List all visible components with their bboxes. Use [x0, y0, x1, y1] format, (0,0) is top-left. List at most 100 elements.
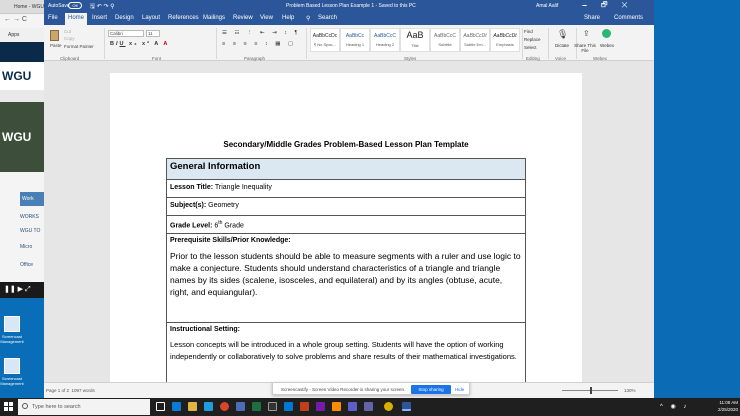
format-painter-button[interactable]: Format Painter [64, 44, 94, 49]
tab-help[interactable]: Help [282, 15, 294, 21]
lesson-title-value: Triangle Inequality [214, 184, 272, 191]
copy-button[interactable]: Copy [64, 36, 75, 41]
select-button[interactable]: Select [524, 45, 537, 50]
style-subtle-emphasis[interactable]: AaBbCcDt Subtle Em... [460, 28, 490, 52]
window-controls[interactable]: 🗕🗗✕ [582, 1, 642, 12]
side-item[interactable]: WORKS [20, 214, 39, 220]
side-item[interactable]: Micro [20, 244, 32, 250]
ribbon: Paste Cut Copy Format Painter Clipboard … [44, 25, 654, 61]
teams-icon[interactable] [236, 402, 245, 411]
taskbar-search-box[interactable]: Type here to search [18, 399, 150, 415]
style-subtitle[interactable]: AaBbCcC Subtitle [430, 28, 460, 52]
hide-button[interactable]: Hide [455, 387, 464, 392]
zoom-level[interactable]: 130% [624, 388, 636, 393]
lesson-title-label: Lesson Title: [170, 184, 214, 191]
autosave-toggle[interactable]: Off [68, 2, 82, 9]
tab-file[interactable]: File [48, 15, 58, 21]
search-icon[interactable]: ⚲ [306, 15, 310, 22]
app-icon[interactable] [348, 402, 357, 411]
stop-sharing-button[interactable]: Stop sharing [411, 385, 451, 394]
excel-icon[interactable] [252, 402, 261, 411]
app-icon[interactable] [364, 402, 373, 411]
app-icon[interactable] [384, 402, 393, 411]
grade-level-row[interactable]: Grade Level: 6th Grade [167, 215, 525, 233]
cut-button[interactable]: Cut [64, 29, 71, 34]
lesson-title-row[interactable]: Lesson Title: Triangle Inequality [167, 179, 525, 197]
paste-icon[interactable] [50, 30, 59, 41]
font-size-select[interactable]: 11 [146, 30, 160, 37]
work-button[interactable]: Work [20, 192, 44, 206]
system-tray-icons[interactable]: ^ ◉ ♪ [660, 403, 689, 410]
document-page[interactable]: Secondary/Middle Grades Problem-Based Le… [110, 73, 582, 402]
grade-level-label: Grade Level: [170, 222, 213, 230]
search-icon [22, 403, 28, 409]
find-button[interactable]: Find [524, 29, 533, 34]
browser-tab[interactable]: Home - WGU [0, 0, 44, 14]
clock[interactable]: 11:08 AM 2/25/2020 [708, 399, 738, 413]
document-canvas[interactable]: Secondary/Middle Grades Problem-Based Le… [44, 61, 654, 402]
webex-button[interactable]: Webex [592, 43, 622, 48]
browser-nav-arrows[interactable]: ← → C [0, 14, 44, 28]
video-controls[interactable]: ❚❚ ▶ ⤢ [0, 282, 44, 298]
share-file-icon[interactable]: ⇪ [583, 29, 593, 41]
user-name[interactable]: Amal Aalif [536, 3, 558, 9]
webex-icon[interactable] [602, 29, 611, 38]
task-view-icon[interactable] [156, 402, 165, 411]
onenote-icon[interactable] [316, 402, 325, 411]
prerequisite-text: Prior to the lesson students should be a… [170, 251, 521, 297]
replace-button[interactable]: Replace [524, 37, 541, 42]
desktop-file-icon[interactable] [4, 358, 20, 374]
desktop-icons-area: Screencast Management Screencast Managem… [0, 298, 44, 398]
prerequisite-row[interactable]: Prerequisite Skills/Prior Knowledge: Pri… [167, 233, 525, 322]
chrome-icon[interactable] [220, 402, 229, 411]
font-name-select[interactable]: Calibri [108, 30, 144, 37]
microphone-icon[interactable]: 🎙 [557, 29, 568, 41]
list-buttons[interactable]: ☰ ☷ ⋮ ⇤ ⇥ ↕ ¶ [222, 30, 300, 36]
word-count: 1097 words [71, 388, 95, 393]
tab-mailings[interactable]: Mailings [203, 15, 225, 21]
file-explorer-icon[interactable] [188, 402, 197, 411]
tab-references[interactable]: References [168, 15, 199, 21]
zoom-slider-thumb[interactable] [590, 387, 592, 394]
tab-view[interactable]: View [260, 15, 273, 21]
style-no-spacing[interactable]: AaBbCcDc ¶ No Spac... [310, 28, 340, 52]
tab-insert[interactable]: Insert [92, 15, 107, 21]
comments-button[interactable]: Comments [614, 15, 643, 21]
ribbon-separator [104, 28, 105, 59]
style-heading-1[interactable]: AaBbCc Heading 1 [340, 28, 370, 52]
tab-home[interactable]: Home [65, 13, 88, 25]
side-item[interactable]: Office [20, 262, 33, 268]
style-heading-2[interactable]: AaBbCcC Heading 2 [370, 28, 400, 52]
edge-icon[interactable] [172, 402, 181, 411]
font-format-buttons[interactable]: BIU x₂ x² A A [110, 41, 169, 47]
desktop-icon-label: Screencast Management [0, 334, 24, 344]
alignment-buttons[interactable]: ≡ ≡ ≡ ≡ ↕ ▦ ▢ [222, 41, 296, 47]
lesson-plan-table[interactable]: General Information Lesson Title: Triang… [166, 158, 526, 402]
tab-design[interactable]: Design [115, 15, 134, 21]
tab-layout[interactable]: Layout [142, 15, 160, 21]
calculator-icon[interactable] [268, 402, 277, 411]
style-emphasis[interactable]: AaBbCcDt Emphasis [490, 28, 520, 52]
page-count[interactable]: Page 1 of 2 1097 words [46, 388, 95, 393]
ribbon-separator [522, 28, 523, 59]
clock-date: 2/25/2020 [717, 407, 738, 412]
outlook-icon[interactable] [284, 402, 293, 411]
tab-review[interactable]: Review [233, 15, 253, 21]
desktop-file-icon[interactable] [4, 316, 20, 332]
site-header-bar [0, 42, 44, 62]
ribbon-search[interactable]: Search [318, 15, 337, 21]
side-item[interactable]: WGU TO [20, 228, 40, 234]
word-taskbar-icon[interactable] [402, 402, 411, 411]
quick-access-toolbar[interactable]: 🖫 ↶ ↷ ⚲ [90, 2, 115, 12]
windows-start-icon[interactable] [4, 402, 14, 412]
powerpoint-icon[interactable] [300, 402, 309, 411]
share-button[interactable]: Share [584, 15, 600, 21]
instructional-setting-text: Lesson concepts will be introduced in a … [170, 340, 517, 361]
edge-chromium-icon[interactable] [204, 402, 213, 411]
app-icon[interactable] [332, 402, 341, 411]
subjects-row[interactable]: Subject(s): Geometry [167, 197, 525, 215]
word-window: AutoSave Off 🖫 ↶ ↷ ⚲ Problem Based Lesso… [44, 0, 654, 402]
style-title[interactable]: AaB Title [400, 28, 430, 52]
bookmarks-apps[interactable]: Apps [0, 28, 44, 42]
paste-button[interactable]: Paste [50, 43, 62, 48]
